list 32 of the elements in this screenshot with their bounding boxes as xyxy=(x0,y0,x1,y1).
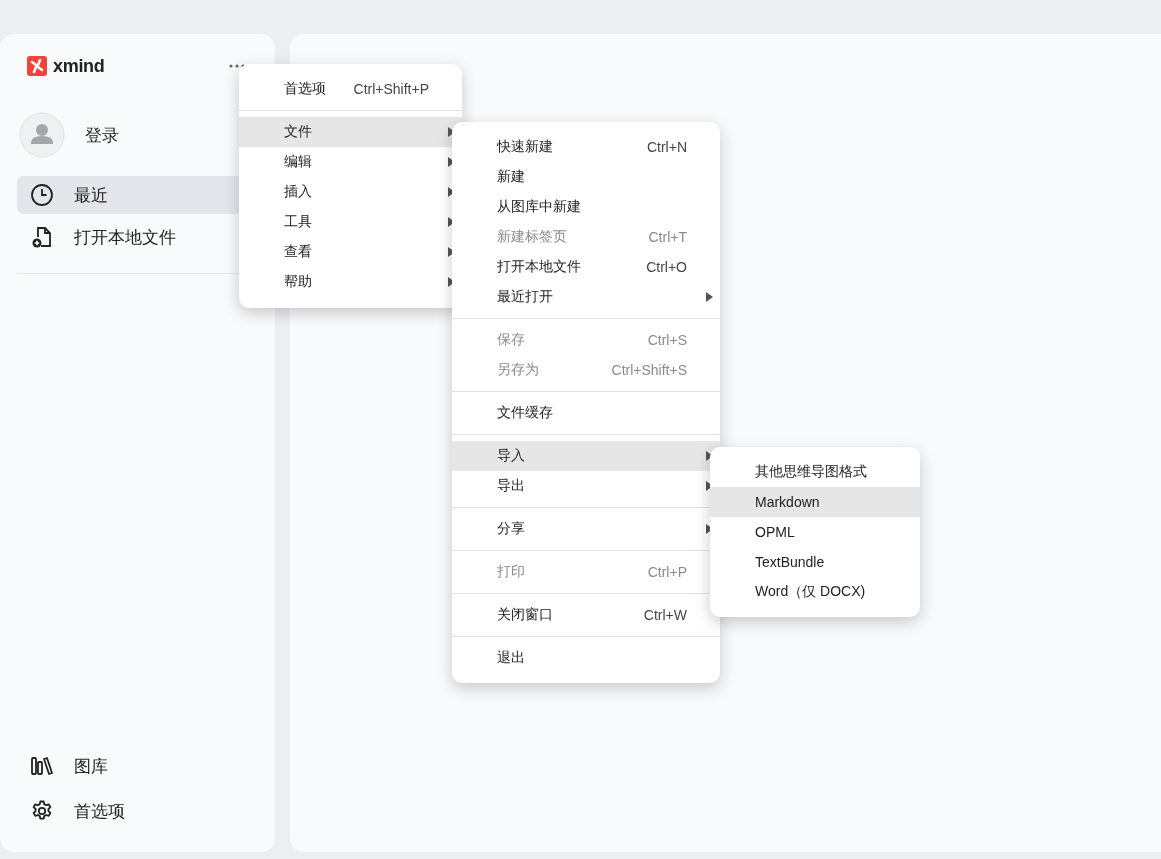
menu-item[interactable]: Markdown xyxy=(710,487,920,517)
shortcut-text: Ctrl+P xyxy=(647,564,687,580)
nav-item[interactable]: 打开本地文件 xyxy=(17,218,258,256)
menu-item[interactable]: 文件 xyxy=(239,117,462,147)
shortcut-text: Ctrl+Shift+S xyxy=(611,362,687,378)
nav-item[interactable]: 图库 xyxy=(17,747,258,785)
menu-item[interactable]: 导入 xyxy=(452,441,720,471)
menu-item[interactable]: Word（仅 DOCX) xyxy=(710,577,920,607)
menu-item[interactable]: 新建 xyxy=(452,162,720,192)
logo-text: xmind xyxy=(53,55,105,77)
shortcut-text: Ctrl+N xyxy=(646,139,687,155)
file-add-icon xyxy=(30,225,54,249)
menu-item[interactable]: 打开本地文件 Ctrl+O xyxy=(452,252,720,282)
nav-item[interactable]: 首选项 xyxy=(17,792,258,830)
shortcut-text: Ctrl+T xyxy=(648,229,687,245)
settings-icon xyxy=(30,799,54,823)
menu-item[interactable]: 从图库中新建 xyxy=(452,192,720,222)
menu-item[interactable]: 文件缓存 xyxy=(452,398,720,428)
shortcut-text: Ctrl+Shift+P xyxy=(353,81,429,97)
login-link[interactable]: 登录 xyxy=(85,123,119,147)
menu-item[interactable]: 退出 xyxy=(452,643,720,673)
shortcut-text: Ctrl+W xyxy=(643,607,687,623)
shortcut-text: Ctrl+S xyxy=(647,332,687,348)
menu-item[interactable]: TextBundle xyxy=(710,547,920,577)
logo-icon xyxy=(27,56,47,76)
menu-item[interactable]: 最近打开 xyxy=(452,282,720,312)
menu-item[interactable]: OPML xyxy=(710,517,920,547)
clock-icon xyxy=(30,183,54,207)
menu-item[interactable]: 首选项 Ctrl+Shift+P xyxy=(239,74,462,104)
more-icon[interactable] xyxy=(229,64,245,68)
books-icon xyxy=(30,754,54,778)
shortcut-text: Ctrl+O xyxy=(646,259,687,275)
